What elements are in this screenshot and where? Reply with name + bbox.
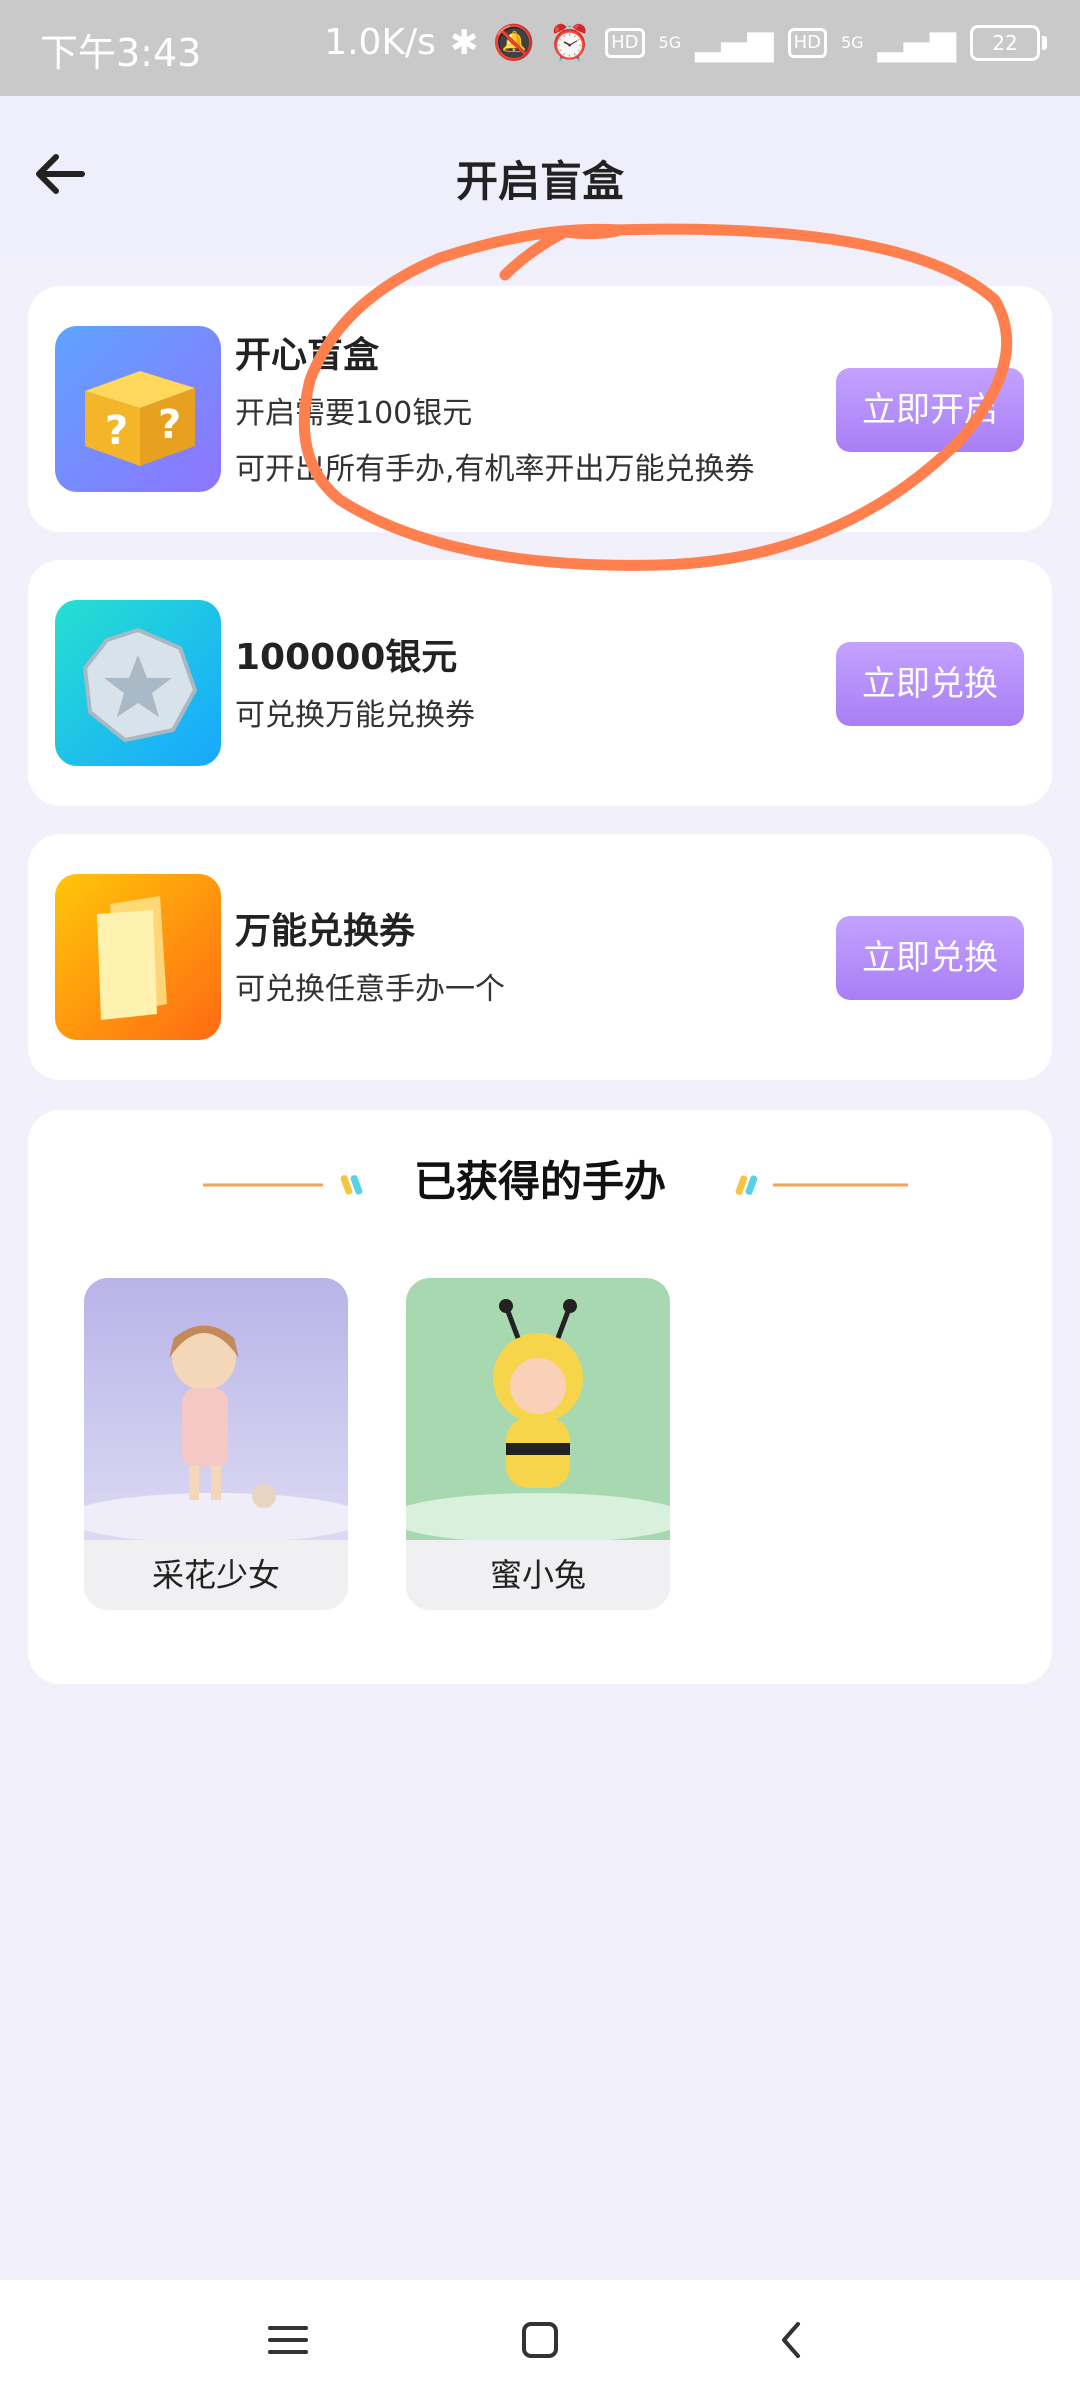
card-description: 可兑换任意手办一个	[235, 972, 505, 1007]
figure-item[interactable]: 蜜小兔	[406, 1278, 670, 1610]
card-title: 万能兑换券	[235, 911, 416, 952]
system-navigation-bar	[0, 2280, 1080, 2400]
voucher-card: 万能兑换券 可兑换任意手办一个 立即兑换	[28, 834, 1052, 1080]
home-icon[interactable]	[510, 2310, 570, 2370]
annotation-circle	[298, 223, 1013, 571]
figure-item[interactable]: 采花少女	[84, 1278, 348, 1610]
figure-name: 采花少女	[84, 1540, 348, 1610]
flower-girl-figure-image	[84, 1278, 348, 1540]
back-icon[interactable]	[762, 2310, 822, 2370]
title-decoration-right-icon	[735, 1175, 908, 1195]
menu-icon[interactable]	[258, 2310, 318, 2370]
ticket-icon	[55, 874, 221, 1040]
figure-name: 蜜小兔	[406, 1540, 670, 1610]
exchange-now-button[interactable]: 立即兑换	[836, 916, 1024, 1000]
honey-bunny-figure-image	[406, 1278, 670, 1540]
acquired-figures-section: 已获得的手办 采花少女 蜜小兔	[28, 1110, 1052, 1684]
